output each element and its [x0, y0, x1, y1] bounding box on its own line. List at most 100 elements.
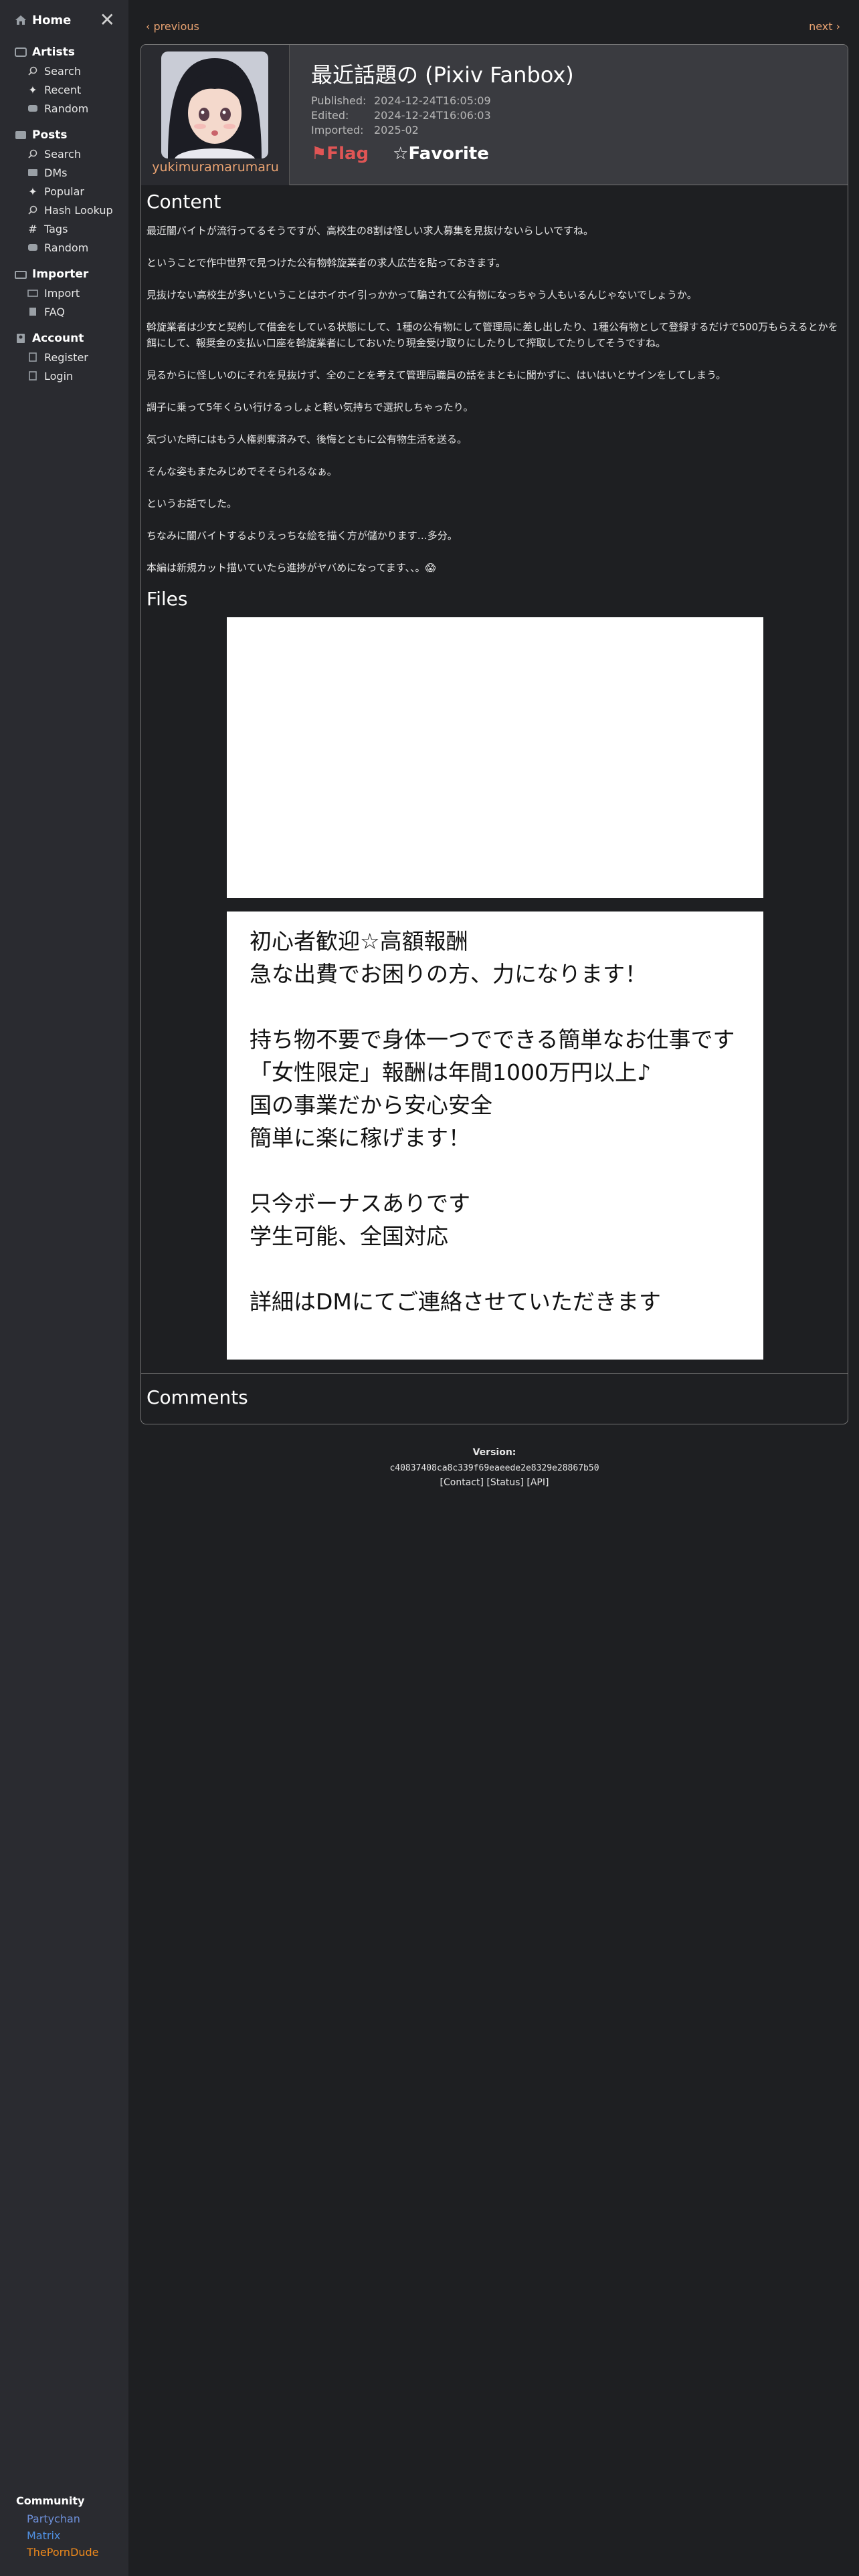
files-heading: Files: [147, 588, 188, 610]
advert-spacer: [250, 1154, 735, 1187]
hash-icon: #: [28, 222, 37, 235]
comments-divider: [141, 1373, 848, 1374]
posts-title: Posts: [32, 128, 68, 142]
importer-heading: Importer: [0, 265, 128, 284]
artist-username[interactable]: yukimuramarumaru: [141, 160, 290, 175]
content-heading: Content: [147, 191, 221, 213]
account-title: Account: [32, 332, 84, 345]
register-icon: [27, 352, 39, 362]
theporndude-link[interactable]: ThePornDude: [27, 2546, 99, 2559]
importer-title: Importer: [32, 267, 89, 281]
advert-line: 持ち物不要で身体一つでできる簡単なお仕事です: [250, 1027, 735, 1053]
sidebar-item-label: Random: [44, 102, 89, 115]
home-link[interactable]: Home: [15, 13, 71, 27]
imported-label: Imported:: [311, 124, 364, 136]
search-icon: [27, 148, 39, 159]
file-image-blank[interactable]: [227, 617, 763, 898]
sidebar-item-posts-popular[interactable]: ✦ Popular: [0, 182, 128, 201]
artists-heading: Artists: [0, 43, 128, 62]
sidebar-section-posts: Posts Search DMs ✦ Popular Hash Lookup #…: [0, 126, 128, 257]
faq-icon: [27, 306, 39, 317]
comments-heading: Comments: [147, 1386, 248, 1408]
sidebar-item-label: Search: [44, 64, 81, 78]
sidebar-item-posts-dms[interactable]: DMs: [0, 163, 128, 182]
close-icon[interactable]: ✕: [100, 11, 115, 29]
community-title: Community: [16, 2494, 85, 2507]
sidebar-item-label: Hash Lookup: [44, 203, 113, 217]
sidebar-item-artists-recent[interactable]: ✦ Recent: [0, 80, 128, 99]
main-content: ‹ previous next › yukimuramarumaru 最近話題の…: [128, 0, 859, 1488]
content-paragraph: 斡旋業者は少女と契約して借金をしている状態にして、1種の公有物にして管理局に差し…: [147, 321, 838, 349]
footer-links[interactable]: [Contact] [Status] [API]: [140, 1477, 848, 1488]
content-paragraph: 気づいた時にはもう人権剥奪済みで、後悔とともに公有物生活を送る。: [147, 433, 467, 445]
edited-row: Edited: 2024-12-24T16:06:03: [311, 109, 491, 122]
edited-label: Edited:: [311, 109, 349, 122]
search-icon: [27, 205, 39, 215]
post-card: yukimuramarumaru 最近話題の (Pixiv Fanbox) Pu…: [140, 44, 848, 1424]
sidebar-item-login[interactable]: Login: [0, 366, 128, 385]
account-icon: [15, 333, 27, 344]
sidebar-item-label: Tags: [44, 222, 68, 235]
sparkle-icon: ✦: [28, 83, 37, 96]
partychan-link[interactable]: Partychan: [27, 2512, 99, 2525]
sidebar-item-register[interactable]: Register: [0, 348, 128, 366]
post-content: 最近闇バイトが流行ってるそうですが、高校生の8割は怪しい求人募集を見抜けないらし…: [147, 223, 842, 592]
sidebar-section-importer: Importer Import FAQ: [0, 265, 128, 321]
file-image-advert[interactable]: 初心者歓迎☆高額報酬 急な出費でお困りの方、力になります！ 持ち物不要で身体一つ…: [227, 911, 763, 1360]
advert-line: 「女性限定」報酬は年間1000万円以上♪: [250, 1059, 652, 1085]
sidebar-item-label: Random: [44, 241, 89, 254]
mail-icon: [27, 167, 39, 178]
favorite-button[interactable]: ☆Favorite: [393, 144, 489, 164]
post-actions: ⚑Flag ☆Favorite: [311, 144, 489, 164]
content-paragraph: そんな姿もまたみじめでそそられるなぁ。: [147, 465, 337, 477]
advert-line: 急な出費でお困りの方、力になります！: [250, 961, 647, 987]
paginator: ‹ previous next ›: [128, 0, 847, 33]
sidebar-item-posts-search[interactable]: Search: [0, 144, 128, 163]
login-icon: [27, 370, 39, 381]
sidebar-item-artists-random[interactable]: Random: [0, 99, 128, 118]
sidebar-item-label: Register: [44, 350, 88, 364]
home-label: Home: [32, 13, 72, 27]
matrix-link[interactable]: Matrix: [27, 2529, 99, 2542]
sidebar-section-artists: Artists Search ✦ Recent Random: [0, 43, 128, 118]
dice-icon: [27, 103, 39, 114]
post-header: yukimuramarumaru 最近話題の (Pixiv Fanbox) Pu…: [141, 45, 848, 185]
advert-line: 簡単に楽に稼げます！: [250, 1125, 470, 1151]
sidebar-item-label: Import: [44, 286, 80, 300]
import-icon: [27, 288, 39, 298]
advert-text: 初心者歓迎☆高額報酬 急な出費でお困りの方、力になります！ 持ち物不要で身体一つ…: [250, 925, 735, 1318]
sidebar-item-posts-random[interactable]: Random: [0, 238, 128, 257]
sidebar-item-label: Login: [44, 369, 74, 383]
artists-title: Artists: [32, 45, 75, 59]
imported-value: 2025-02: [374, 124, 419, 136]
version-hash: c40837408ca8c339f69eaeede2e8329e28867b50: [389, 1463, 599, 1473]
sidebar-item-label: FAQ: [44, 305, 65, 318]
flag-button[interactable]: ⚑Flag: [311, 144, 369, 164]
published-row: Published: 2024-12-24T16:05:09: [311, 94, 491, 107]
content-paragraph: 見抜けない高校生が多いということはホイホイ引っかかって騙されて公有物になっちゃう…: [147, 289, 697, 301]
content-paragraph: 見るからに怪しいのにそれを見抜けず、全のことを考えて管理局職員の話をまともに聞か…: [147, 369, 727, 381]
posts-heading: Posts: [0, 126, 128, 144]
sidebar-item-faq[interactable]: FAQ: [0, 302, 128, 321]
home-icon: [15, 15, 27, 25]
sidebar-item-artists-search[interactable]: Search: [0, 62, 128, 80]
sidebar-item-label: Recent: [44, 83, 82, 96]
published-label: Published:: [311, 94, 367, 107]
edited-value: 2024-12-24T16:06:03: [374, 109, 491, 122]
next-link[interactable]: next ›: [809, 20, 840, 33]
imported-row: Imported: 2025-02: [311, 124, 419, 136]
previous-link[interactable]: ‹ previous: [146, 20, 199, 33]
user-box: yukimuramarumaru: [141, 45, 290, 185]
version-label: Version:: [472, 1447, 516, 1458]
avatar[interactable]: [161, 51, 268, 158]
sidebar-item-posts-hash-lookup[interactable]: Hash Lookup: [0, 201, 128, 219]
advert-line: 詳細はDMにてご連絡させていただきます: [250, 1289, 661, 1315]
advert-line: 国の事業だから安心安全: [250, 1092, 492, 1118]
content-paragraph: ということで作中世界で見つけた公有物斡旋業者の求人広告を貼っておきます。: [147, 257, 506, 269]
sidebar-item-posts-tags[interactable]: # Tags: [0, 219, 128, 238]
account-heading: Account: [0, 329, 128, 348]
footer: Version: c40837408ca8c339f69eaeede2e8329…: [140, 1447, 848, 1488]
advert-spacer: [250, 990, 735, 1023]
sidebar-item-import[interactable]: Import: [0, 284, 128, 302]
community-section: Community Partychan Matrix ThePornDude: [16, 2494, 99, 2563]
